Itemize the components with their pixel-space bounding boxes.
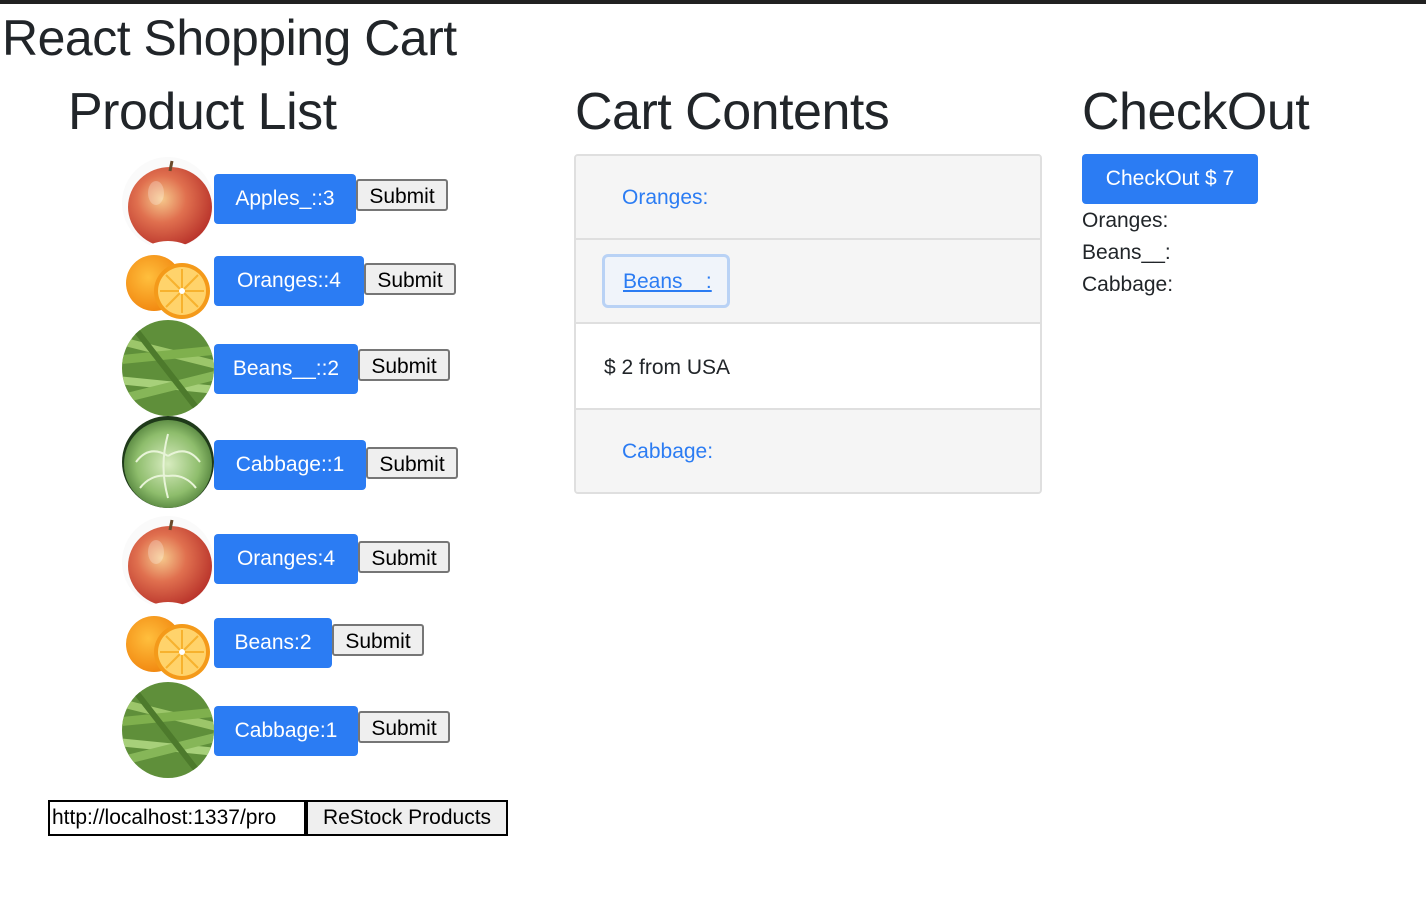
submit-button[interactable]: Submit (358, 711, 450, 743)
cart-item-detail-text: $ 2 from USA (604, 356, 731, 379)
cart-contents-heading: Cart Contents (575, 83, 890, 141)
cart-item[interactable]: Cabbage: (576, 410, 1040, 492)
apple-image (122, 516, 214, 608)
product-button[interactable]: Beans__::2 (214, 344, 358, 394)
submit-button[interactable]: Submit (364, 263, 456, 295)
restock-url-input[interactable] (48, 800, 306, 836)
apple-image (122, 157, 214, 249)
product-button[interactable]: Oranges:4 (214, 534, 358, 584)
page-title: React Shopping Cart (2, 10, 457, 66)
cart-item-link[interactable]: Oranges: (622, 184, 708, 212)
product-button[interactable]: Beans:2 (214, 618, 332, 668)
cart-item-focused[interactable]: Beans__: (602, 254, 730, 308)
orange-image (122, 602, 214, 694)
cart-item[interactable]: Oranges: (576, 156, 1040, 240)
product-button[interactable]: Cabbage:1 (214, 706, 358, 756)
product-button[interactable]: Cabbage::1 (214, 440, 366, 490)
checkout-item: Oranges: (1082, 209, 1169, 232)
submit-button[interactable]: Submit (356, 179, 448, 211)
top-border (0, 0, 1426, 4)
cabbage-image (122, 416, 214, 508)
cart-item-link[interactable]: Beans__: (623, 269, 712, 295)
beans-image (122, 682, 214, 778)
cart-item-detail: $ 2 from USA (576, 324, 1040, 410)
product-button[interactable]: Oranges::4 (214, 256, 364, 306)
checkout-heading: CheckOut (1082, 83, 1310, 141)
checkout-button[interactable]: CheckOut $ 7 (1082, 154, 1258, 204)
checkout-item: Cabbage: (1082, 273, 1174, 296)
beans-image (122, 320, 214, 416)
submit-button[interactable]: Submit (366, 447, 458, 479)
checkout-item: Beans__: (1082, 241, 1171, 264)
submit-button[interactable]: Submit (358, 349, 450, 381)
cart-item[interactable]: Beans__: (576, 240, 1040, 324)
submit-button[interactable]: Submit (358, 541, 450, 573)
cart-contents-list: Oranges: Beans__: $ 2 from USA Cabbage: (574, 154, 1042, 494)
product-button[interactable]: Apples_::3 (214, 174, 356, 224)
restock-products-button[interactable]: ReStock Products (306, 800, 508, 836)
submit-button[interactable]: Submit (332, 624, 424, 656)
product-list-heading: Product List (68, 83, 337, 141)
cart-item-link[interactable]: Cabbage: (622, 438, 713, 466)
